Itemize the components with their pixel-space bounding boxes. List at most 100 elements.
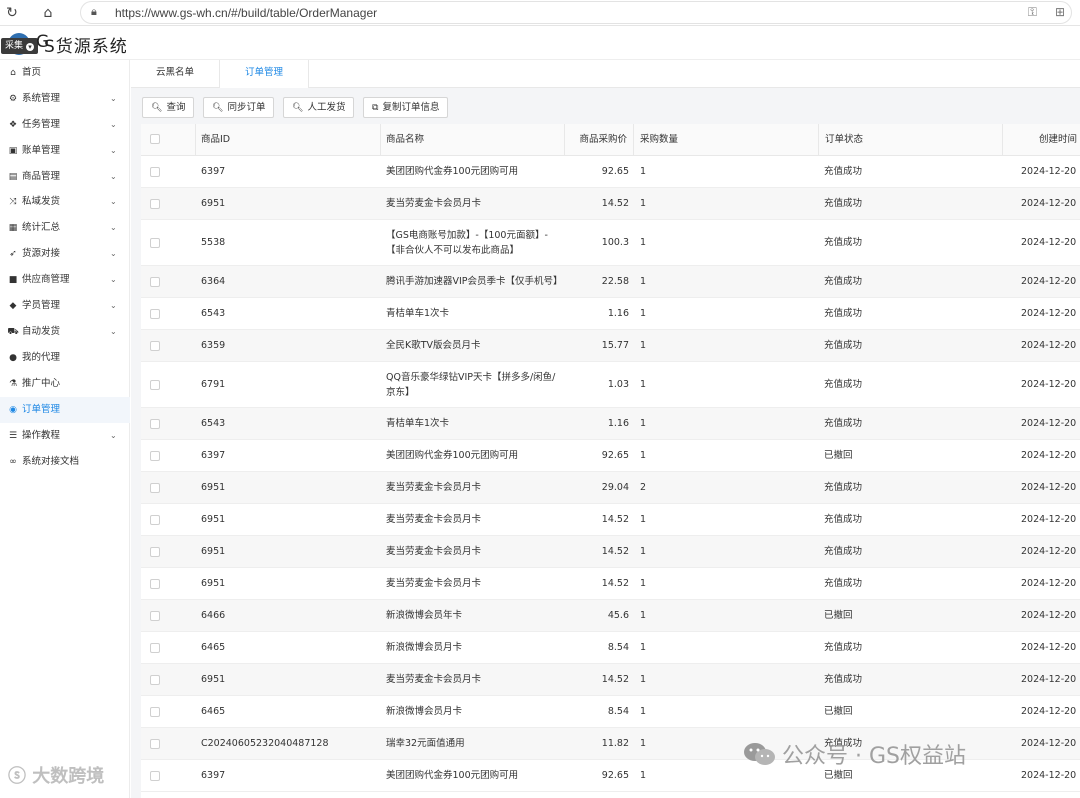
sidebar-item-11[interactable]: ● 我的代理: [0, 345, 130, 371]
cell-quantity: 1: [640, 770, 647, 781]
table-row[interactable]: 6465 新浪微博会员月卡 8.54 1 已撤回 2024-12-20 19: [141, 696, 1080, 728]
cell-product-id: 6359: [201, 340, 226, 351]
header-order-status[interactable]: 订单状态: [819, 124, 1003, 156]
reload-icon[interactable]: ↻: [2, 3, 22, 23]
cell-purchase-price: 1.16: [607, 308, 629, 319]
sidebar-item-4[interactable]: ▤ 商品管理 ⌄: [0, 164, 130, 190]
cell-created-time: 2024-12-20 19: [1021, 482, 1080, 493]
sidebar-item-8[interactable]: ■ 供应商管理 ⌄: [0, 267, 130, 293]
row-checkbox[interactable]: [150, 380, 160, 390]
table-row[interactable]: 6791 QQ音乐豪华绿钻VIP天卡【拼多多/闲鱼/京东】 1.03 1 充值成功 202…: [141, 362, 1080, 408]
cell-product-id: 6397: [201, 166, 226, 177]
cell-purchase-price: 14.52: [601, 514, 629, 525]
table-row[interactable]: 6465 新浪微博会员月卡 8.54 1 充值成功 2024-12-20 19: [141, 632, 1080, 664]
sync-orders-button[interactable]: 🔍︎ 同步订单: [203, 97, 275, 118]
sidebar-item-10[interactable]: ⛟ 自动发货 ⌄: [0, 319, 130, 345]
extensions-icon[interactable]: ⊞: [1055, 5, 1065, 19]
user-icon: ●: [9, 353, 17, 363]
sidebar-item-12[interactable]: ⚗ 推广中心: [0, 371, 130, 397]
product-name-line: 【GS电商账号加款】-【100元面额】-: [386, 230, 548, 241]
row-checkbox[interactable]: [150, 341, 160, 351]
sidebar-item-9[interactable]: ◆ 学员管理 ⌄: [0, 293, 130, 319]
row-checkbox[interactable]: [150, 739, 160, 749]
sidebar-item-5[interactable]: ⤨ 私域发货 ⌄: [0, 189, 130, 215]
sidebar-item-2[interactable]: ❖ 任务管理 ⌄: [0, 112, 130, 138]
cell-purchase-price: 8.54: [607, 642, 629, 653]
home-icon[interactable]: ⌂: [38, 3, 58, 23]
row-checkbox[interactable]: [150, 579, 160, 589]
header-product-name[interactable]: 商品名称: [381, 124, 565, 156]
sidebar-item-3[interactable]: ▣ 账单管理 ⌄: [0, 138, 130, 164]
chevron-down-icon: ⌄: [110, 431, 117, 440]
row-checkbox[interactable]: [150, 771, 160, 781]
row-checkbox[interactable]: [150, 451, 160, 461]
row-checkbox[interactable]: [150, 167, 160, 177]
row-checkbox[interactable]: [150, 419, 160, 429]
sidebar-item-15[interactable]: ∞ 系统对接文档: [0, 449, 130, 475]
cell-quantity: 1: [640, 418, 647, 429]
row-checkbox[interactable]: [150, 675, 160, 685]
app-header: 采集 ▾ G S货源系统: [0, 26, 1080, 60]
sidebar-item-13[interactable]: ◉ 订单管理: [0, 397, 130, 423]
sidebar-item-6[interactable]: ▦ 统计汇总 ⌄: [0, 215, 130, 241]
cell-product-name: 麦当劳麦金卡会员月卡: [386, 514, 482, 525]
header-quantity[interactable]: 采购数量: [634, 124, 819, 156]
header-product-id[interactable]: 商品ID: [196, 124, 381, 156]
row-checkbox[interactable]: [150, 238, 160, 248]
table-row[interactable]: 6466 新浪微博会员年卡 45.6 1 已撤回 2024-12-20 19: [141, 600, 1080, 632]
table-row[interactable]: 6397 美团团购代金券100元团购可用 92.65 1 充值成功 2024-12-20 …: [141, 156, 1080, 188]
sidebar-item-14[interactable]: ☰ 操作教程 ⌄: [0, 423, 130, 449]
row-checkbox[interactable]: [150, 547, 160, 557]
key-icon[interactable]: ⚿: [1028, 5, 1037, 20]
table-row[interactable]: 6951 麦当劳麦金卡会员月卡 14.52 1 充值成功 2024-12-20 19: [141, 568, 1080, 600]
cell-created-time: 2024-12-20 19: [1021, 578, 1080, 589]
header-created-time[interactable]: 创建时间: [1003, 124, 1080, 156]
row-checkbox[interactable]: [150, 199, 160, 209]
cell-created-time: 2024-12-20 19: [1021, 237, 1080, 248]
collect-badge-label: 采集: [5, 41, 24, 51]
row-checkbox[interactable]: [150, 515, 160, 525]
row-checkbox[interactable]: [150, 611, 160, 621]
tab-cloud-blacklist[interactable]: 云黑名单: [131, 60, 219, 88]
chevron-down-icon: ⌄: [110, 172, 117, 181]
tab-order-manager[interactable]: 订单管理: [219, 60, 309, 88]
row-checkbox[interactable]: [150, 277, 160, 287]
search-icon: 🔍︎: [151, 103, 163, 113]
cell-created-time: 2024-12-20 19: [1021, 450, 1080, 461]
table-row[interactable]: 6951 麦当劳麦金卡会员月卡 14.52 1 充值成功 2024-12-20 19: [141, 664, 1080, 696]
cell-created-time: 2024-12-20 19: [1021, 418, 1080, 429]
table-row[interactable]: 5538 【GS电商账号加款】-【100元面额】- 【非合伙人不可以发布此商品】 10…: [141, 220, 1080, 266]
row-checkbox[interactable]: [150, 483, 160, 493]
select-all-checkbox[interactable]: [150, 134, 160, 144]
cell-purchase-price: 22.58: [601, 276, 629, 287]
table-row[interactable]: 6364 腾讯手游加速器VIP会员季卡【仅手机号】 22.58 1 充值成功 2024-1…: [141, 266, 1080, 298]
cell-purchase-price: 92.65: [601, 770, 629, 781]
row-checkbox[interactable]: [150, 643, 160, 653]
header-purchase-price[interactable]: 商品采购价: [565, 124, 634, 156]
table-row[interactable]: 6543 青桔单车1次卡 1.16 1 充值成功 2024-12-20 19: [141, 408, 1080, 440]
browser-toolbar: ↻ ⌂ 🔒︎ https://www.gs-wh.cn/#/build/tabl…: [0, 0, 1080, 26]
calendar-icon: ▤: [8, 172, 18, 182]
table-row[interactable]: 6951 麦当劳麦金卡会员月卡 14.52 1 充值成功 2024-12-20 19: [141, 188, 1080, 220]
row-checkbox[interactable]: [150, 707, 160, 717]
cell-quantity: 1: [640, 642, 647, 653]
sidebar-item-7[interactable]: ➶ 货源对接 ⌄: [0, 241, 130, 267]
address-bar[interactable]: 🔒︎ https://www.gs-wh.cn/#/build/table/Or…: [80, 1, 1072, 24]
link-icon: ∞: [9, 457, 17, 467]
collect-badge[interactable]: 采集 ▾: [1, 38, 39, 54]
cell-created-time: 2024-12-20 19: [1021, 706, 1080, 717]
table-row[interactable]: 6951 麦当劳麦金卡会员月卡 14.52 1 充值成功 2024-12-20 19: [141, 536, 1080, 568]
chevron-down-icon: ⌄: [110, 275, 117, 284]
table-row[interactable]: 6397 美团团购代金券100元团购可用 92.65 1 已撤回 2024-12-20 1…: [141, 440, 1080, 472]
sidebar-item-1[interactable]: ⚙ 系统管理 ⌄: [0, 86, 130, 112]
row-checkbox[interactable]: [150, 309, 160, 319]
manual-ship-button[interactable]: 🔍︎ 人工发货: [283, 97, 355, 118]
table-row[interactable]: 6543 青桔单车1次卡 1.16 1 充值成功 2024-12-20 19: [141, 298, 1080, 330]
table-row[interactable]: 6359 全民K歌TV版会员月卡 15.77 1 充值成功 2024-12-20 19: [141, 330, 1080, 362]
url-text[interactable]: https://www.gs-wh.cn/#/build/table/Order…: [115, 6, 377, 20]
table-row[interactable]: 6951 麦当劳麦金卡会员月卡 14.52 1 充值成功 2024-12-20 19: [141, 504, 1080, 536]
table-row[interactable]: 6951 麦当劳麦金卡会员月卡 29.04 2 充值成功 2024-12-20 19: [141, 472, 1080, 504]
sidebar-item-0[interactable]: ⌂ 首页: [0, 60, 130, 86]
copy-order-button[interactable]: ⧉ 复制订单信息: [363, 97, 449, 118]
query-button[interactable]: 🔍︎ 查询: [142, 97, 195, 118]
